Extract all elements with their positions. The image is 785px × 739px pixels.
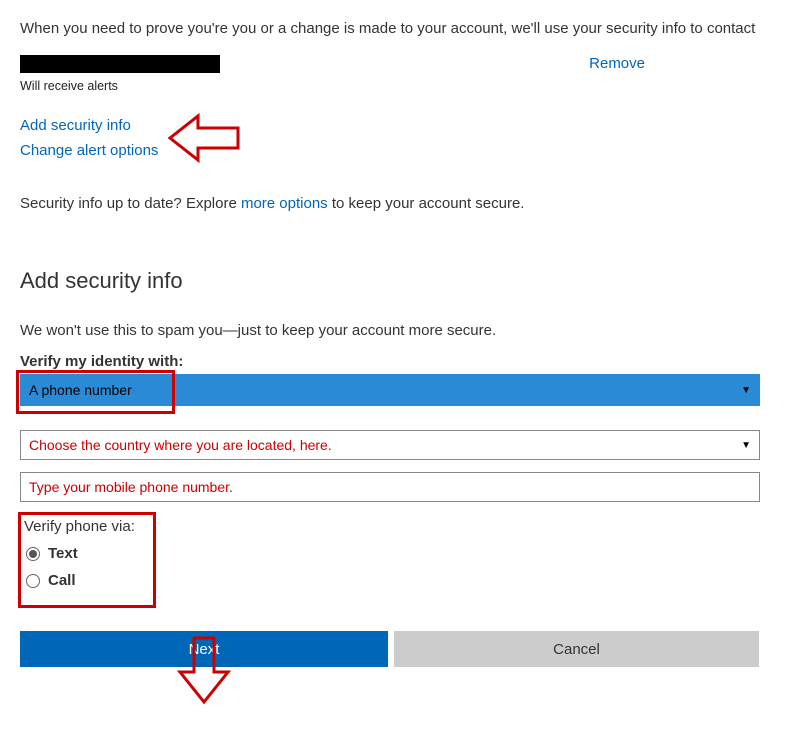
radio-option-text[interactable]: Text bbox=[24, 545, 166, 562]
radio-option-call[interactable]: Call bbox=[24, 572, 166, 589]
chevron-down-icon: ▼ bbox=[741, 385, 751, 396]
verify-identity-label: Verify my identity with: bbox=[20, 353, 765, 370]
uptodate-suffix: to keep your account secure. bbox=[328, 195, 525, 212]
radio-icon bbox=[26, 547, 40, 561]
remove-link[interactable]: Remove bbox=[589, 55, 645, 72]
more-options-link[interactable]: more options bbox=[241, 195, 328, 212]
radio-icon bbox=[26, 574, 40, 588]
intro-text: When you need to prove you're you or a c… bbox=[20, 20, 765, 37]
phone-number-input[interactable]: Type your mobile phone number. bbox=[20, 472, 760, 502]
identity-selected-value: A phone number bbox=[29, 382, 132, 398]
uptodate-text: Security info up to date? Explore more o… bbox=[20, 195, 765, 212]
radio-label-text: Text bbox=[48, 545, 78, 562]
uptodate-prefix: Security info up to date? Explore bbox=[20, 195, 241, 212]
identity-method-select[interactable]: A phone number ▼ bbox=[20, 374, 760, 406]
section-subtext: We won't use this to spam you—just to ke… bbox=[20, 322, 765, 339]
country-select[interactable]: Choose the country where you are located… bbox=[20, 430, 760, 460]
redacted-contact bbox=[20, 55, 220, 73]
next-button[interactable]: Next bbox=[20, 631, 388, 667]
cancel-button[interactable]: Cancel bbox=[394, 631, 759, 667]
verify-via-label: Verify phone via: bbox=[24, 518, 166, 535]
section-title: Add security info bbox=[20, 268, 765, 294]
country-placeholder: Choose the country where you are located… bbox=[29, 437, 332, 453]
add-security-info-link[interactable]: Add security info bbox=[20, 117, 765, 134]
chevron-down-icon: ▼ bbox=[741, 440, 751, 451]
phone-placeholder: Type your mobile phone number. bbox=[29, 479, 233, 495]
alerts-note: Will receive alerts bbox=[20, 79, 765, 93]
radio-label-call: Call bbox=[48, 572, 76, 589]
change-alert-options-link[interactable]: Change alert options bbox=[20, 142, 765, 159]
